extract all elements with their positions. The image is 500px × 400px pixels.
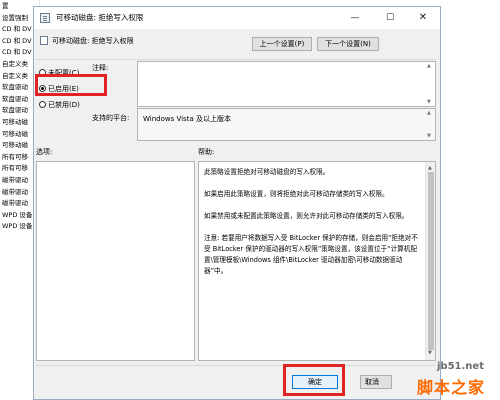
radio-label: 已禁用(D) xyxy=(48,101,80,109)
divider xyxy=(36,365,436,366)
scroll-up-icon[interactable]: ▲ xyxy=(427,63,431,69)
setting-icon xyxy=(40,36,48,45)
previous-setting-button[interactable]: 上一个设置(P) xyxy=(252,37,312,51)
scroll-thumb[interactable] xyxy=(428,172,434,350)
help-paragraph: 如果禁用或未配置此策略设置，则允许对此可移动存储类的写入权限。 xyxy=(204,212,409,220)
options-label: 选项: xyxy=(36,148,53,156)
help-scrollbar[interactable]: ▲ ▼ xyxy=(425,162,435,360)
platform-field: Windows Vista 及以上版本 ▲ ▼ xyxy=(137,108,436,141)
comment-textarea[interactable]: ▲ ▼ xyxy=(137,61,436,107)
highlight-box-ok xyxy=(283,364,345,396)
setting-name: 可移动磁盘: 拒绝写入权限 xyxy=(52,37,134,45)
cancel-button[interactable]: 取消 xyxy=(360,375,392,389)
platform-label: 支持的平台: xyxy=(92,114,130,122)
scroll-up-icon[interactable]: ▲ xyxy=(427,110,431,116)
scroll-down-icon[interactable]: ▼ xyxy=(428,348,432,359)
title-bar[interactable]: 可移动磁盘: 拒绝写入权限 — ☐ ✕ xyxy=(34,7,440,29)
policy-setting-dialog: 可移动磁盘: 拒绝写入权限 — ☐ ✕ 可移动磁盘: 拒绝写入权限 上一个设置(… xyxy=(33,6,441,400)
close-button[interactable]: ✕ xyxy=(406,7,440,29)
watermark-logo: 脚本之家 xyxy=(417,378,486,397)
next-setting-button[interactable]: 下一个设置(N) xyxy=(317,37,379,51)
watermark-url: jb51.net xyxy=(437,361,484,372)
scroll-down-icon[interactable]: ▼ xyxy=(427,99,431,105)
window-title: 可移动磁盘: 拒绝写入权限 xyxy=(56,13,144,22)
comment-label: 注释: xyxy=(92,64,109,72)
options-pane xyxy=(36,161,195,361)
policy-icon xyxy=(40,13,50,23)
help-pane: 此策略设置拒绝对可移动磁盘的写入权限。 如果启用此策略设置，则将拒绝对此可移动存… xyxy=(198,161,436,361)
platform-scrollbar[interactable]: ▲ ▼ xyxy=(426,110,434,139)
help-paragraph: 如果启用此策略设置，则将拒绝对此可移动存储类的写入权限。 xyxy=(204,190,389,198)
minimize-button[interactable]: — xyxy=(338,7,372,29)
help-paragraph: 注意: 若要用户将数据写入受 BitLocker 保护的存储，则会启用“拒绝对不… xyxy=(204,234,418,275)
highlight-box-enabled xyxy=(35,74,107,96)
maximize-button[interactable]: ☐ xyxy=(373,7,407,29)
scroll-down-icon[interactable]: ▼ xyxy=(427,133,431,139)
help-paragraph: 此策略设置拒绝对可移动磁盘的写入权限。 xyxy=(204,168,330,176)
comment-scrollbar[interactable]: ▲ ▼ xyxy=(426,63,434,105)
help-label: 帮助: xyxy=(198,148,215,156)
radio-circle[interactable] xyxy=(39,101,46,108)
divider xyxy=(36,59,436,60)
platform-value: Windows Vista 及以上版本 xyxy=(143,115,231,123)
radio-disabled[interactable]: 已禁用(D) xyxy=(39,100,80,110)
